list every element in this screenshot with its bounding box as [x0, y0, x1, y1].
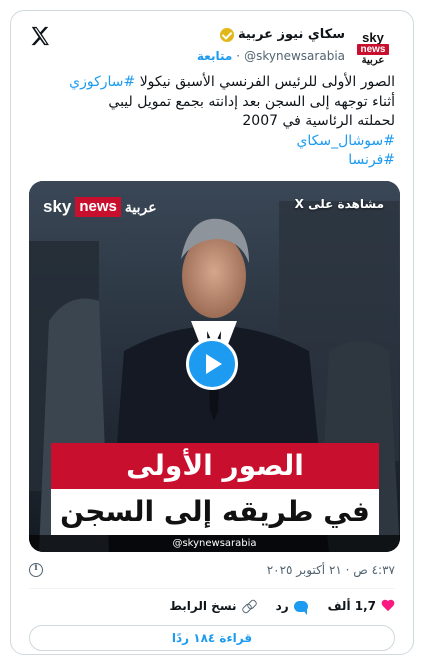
avatar-news-text: news: [357, 43, 389, 55]
tweet-meta-row: ٤:٣٧ ص · ٢١ أكتوبر ٢٠٢٥: [29, 559, 395, 581]
copy-link-label: نسخ الرابط: [169, 599, 237, 613]
account-name[interactable]: سكاي نيوز عربية: [238, 27, 345, 42]
play-icon: [206, 354, 222, 374]
tweet-text: الصور الأولى للرئيس الفرنسي الأسبق نيكول…: [29, 73, 395, 171]
play-button[interactable]: [186, 338, 238, 390]
reply-button[interactable]: رد: [275, 599, 308, 615]
tweet-timestamp[interactable]: ٤:٣٧ ص · ٢١ أكتوبر ٢٠٢٥: [267, 563, 395, 577]
tweet-header: sky news عربية سكاي نيوز عربية @skynewsa…: [11, 11, 413, 67]
like-count: 1,7 ألف: [327, 599, 376, 613]
hashtag-social-sky[interactable]: #سوشال_سكاي: [29, 132, 395, 152]
tweet-card: sky news عربية سكاي نيوز عربية @skynewsa…: [10, 10, 414, 655]
channel-logo: sky news عربية: [43, 197, 157, 217]
reply-icon: [293, 600, 308, 615]
channel-logo-sky: sky: [43, 197, 72, 216]
avatar-arabic-text: عربية: [361, 54, 385, 66]
action-bar: 1,7 ألف رد نسخ الرابط: [29, 593, 395, 619]
avatar-sky-text: sky: [362, 29, 384, 45]
account-handle-row: @skynewsarabia · متابعة: [197, 49, 345, 63]
read-replies-button[interactable]: قراءة ١٨٤ ردًا: [29, 625, 395, 651]
verified-badge-icon: [219, 27, 234, 42]
video-headline-line1: الصور الأولى لساركوزي: [51, 443, 379, 528]
link-icon: [242, 599, 256, 613]
like-button[interactable]: 1,7 ألف: [328, 599, 395, 613]
watch-on-x-link[interactable]: مشاهدة على X: [295, 197, 384, 211]
follow-button[interactable]: متابعة: [197, 49, 232, 63]
video-handle-caption: @skynewsarabia: [29, 535, 400, 552]
reply-label: رد: [275, 599, 289, 613]
x-logo-icon[interactable]: [29, 25, 51, 47]
tweet-line-1: الصور الأولى للرئيس الفرنسي الأسبق نيكول…: [29, 73, 395, 93]
tweet-line-1-text: الصور الأولى للرئيس الفرنسي الأسبق نيكول…: [135, 74, 395, 90]
tweet-line-3: لحملته الرئاسية في 2007: [242, 113, 395, 129]
video-player[interactable]: sky news عربية مشاهدة على X الصور الأولى…: [29, 181, 400, 552]
video-headline-line2: في طريقه إلى السجن: [51, 489, 379, 535]
channel-logo-news: news: [75, 197, 121, 217]
avatar[interactable]: sky news عربية: [351, 27, 395, 71]
hashtag-france[interactable]: #فرنسا: [29, 151, 395, 171]
channel-logo-arabic: عربية: [124, 198, 157, 215]
account-name-row: سكاي نيوز عربية: [219, 27, 345, 42]
info-icon[interactable]: [29, 563, 43, 577]
heart-icon: [381, 600, 395, 613]
separator-dot: ·: [236, 49, 241, 63]
tweet-line-2: أثناء توجهه إلى السجن بعد إدانته بجمع تم…: [108, 93, 395, 110]
account-handle[interactable]: @skynewsarabia: [244, 49, 345, 63]
copy-link-button[interactable]: نسخ الرابط: [169, 599, 255, 613]
hashtag-sarkozy[interactable]: #ساركوزي: [69, 74, 135, 90]
divider: [29, 588, 395, 589]
